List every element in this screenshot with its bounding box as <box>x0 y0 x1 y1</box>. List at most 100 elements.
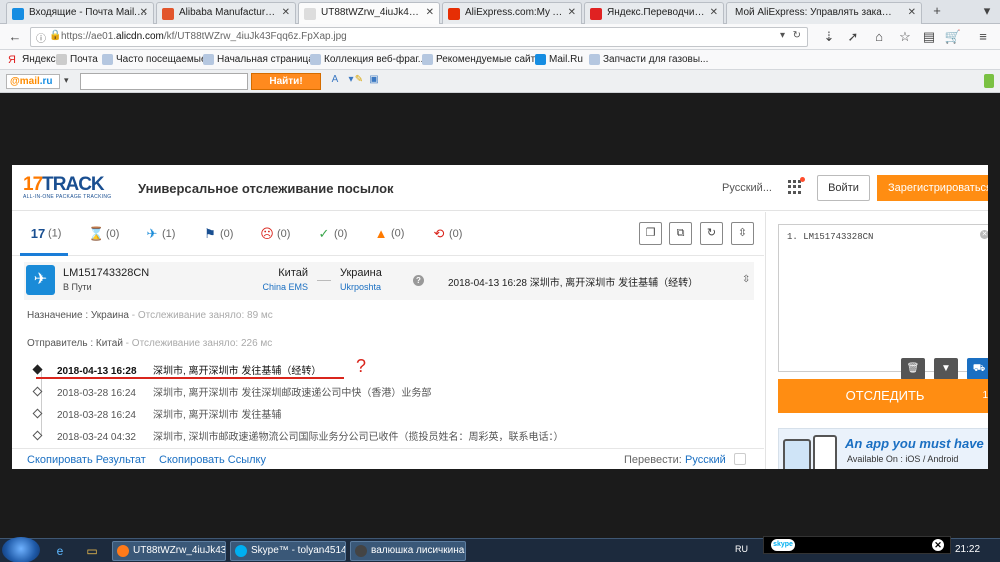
tab-yandex-translate[interactable]: Яндекс.Переводчик – словарь ✕ <box>584 2 724 24</box>
mailru-search-input[interactable] <box>80 73 248 90</box>
red-underline-annotation <box>36 377 344 379</box>
login-button[interactable]: Войти <box>817 175 870 201</box>
logo-17: 17 <box>23 174 43 195</box>
send-icon[interactable]: ➚ <box>844 28 862 46</box>
tab-aliexpress[interactable]: AliExpress.com:My AliExpress ✕ <box>442 2 582 24</box>
language-indicator[interactable]: RU <box>735 544 748 554</box>
bookmark-gas-parts[interactable]: Запчасти для газовы... <box>589 54 708 65</box>
expand-collapse-icon[interactable]: ⇳ <box>742 274 750 285</box>
track-button[interactable]: ОТСЛЕДИТЬ 1 <box>778 379 988 413</box>
copy-result-link[interactable]: Скопировать Результат <box>27 454 146 466</box>
language-select[interactable]: Русский... <box>722 182 772 194</box>
menu-icon[interactable]: ≡ <box>974 28 992 46</box>
active-filter-underline <box>20 253 68 256</box>
tab-my-aliexpress[interactable]: Мой AliExpress: Управлять заказами ✕ <box>726 2 922 24</box>
destination-carrier[interactable]: Ukrposhta <box>340 282 381 292</box>
new-tab-icon[interactable]: + <box>928 2 946 20</box>
filter-all[interactable]: 17 (1) <box>30 226 62 241</box>
mailru-logo[interactable]: @mail.ru <box>6 74 60 89</box>
info-icon[interactable]: ⓘ <box>36 30 46 45</box>
trash-icon[interactable]: 🗑 <box>901 358 925 380</box>
tracking-card[interactable]: ✈ LM151743328CN В Пути Китай China EMS У… <box>24 262 754 300</box>
tab-list-icon[interactable]: ▾ <box>978 2 996 20</box>
app-banner[interactable]: An app you must have Available On : iOS … <box>778 428 988 469</box>
bookmark-frequent[interactable]: Часто посещаемые <box>102 54 207 65</box>
close-icon[interactable]: ✕ <box>932 539 944 551</box>
pencil-icon[interactable]: ✎ <box>352 74 366 88</box>
tab-image[interactable]: UT88tWZrw_4iuJk43Fqq6z.FpXap.jpg ✕ <box>298 2 440 25</box>
bookmark-label: Рекомендуемые сайты <box>436 54 543 65</box>
truck-icon[interactable]: ⛟ <box>967 358 988 380</box>
bookmark-mailru[interactable]: Mail.Ru <box>535 54 583 65</box>
close-icon[interactable]: ✕ <box>908 7 916 18</box>
clipboard-icon[interactable]: ▤ <box>920 28 938 46</box>
home-icon[interactable]: ⌂ <box>870 28 888 46</box>
origin-carrier[interactable]: China EMS <box>252 282 308 292</box>
filter-count: (0) <box>391 227 405 240</box>
register-button[interactable]: Зарегистрироваться <box>877 175 988 201</box>
copy-all-icon[interactable]: ⧉ <box>669 222 692 245</box>
taskbar-firefox[interactable]: UT88tWZrw_4iuJk43... <box>112 541 226 561</box>
window-icon[interactable]: ▣ <box>367 74 381 88</box>
mailru-logo-b: .ru <box>39 76 53 87</box>
apps-grid-icon[interactable] <box>788 177 805 194</box>
close-icon[interactable]: ✕ <box>426 7 434 18</box>
explorer-folder-icon[interactable]: ▭ <box>78 541 106 561</box>
star-icon[interactable]: ☆ <box>896 28 914 46</box>
filter-expired[interactable]: ⟲ (0) <box>431 226 463 242</box>
taskbar-chat[interactable]: валюшка лисичкина <box>350 541 466 561</box>
filter-pickup[interactable]: ⚑ (0) <box>202 226 233 242</box>
ok-icon[interactable] <box>984 74 994 88</box>
translate-toggle[interactable] <box>734 453 746 465</box>
bookmark-yandex[interactable]: Я Яндекс <box>8 54 56 66</box>
find-button[interactable]: Найти! <box>251 73 321 90</box>
reload-icon[interactable]: ↻ <box>793 30 801 41</box>
collapse-all-icon[interactable]: ⇳ <box>731 222 754 245</box>
refresh-icon[interactable]: ↻ <box>700 222 723 245</box>
bookmark-webslices[interactable]: Коллекция веб-фраг... <box>310 54 426 65</box>
dropdown-icon[interactable]: ▾ <box>780 30 785 41</box>
filter-icon[interactable]: ▼ <box>934 358 958 380</box>
bookmark-start[interactable]: Начальная страница <box>203 54 314 65</box>
url-bar[interactable]: ⓘ 🔒 https://ae01.alicdn.com/kf/UT88tWZrw… <box>30 27 808 47</box>
close-icon[interactable]: ✕ <box>568 7 576 18</box>
filter-delivered[interactable]: ✓ (0) <box>316 226 348 242</box>
filter-in-transit[interactable]: ✈ (1) <box>144 226 176 242</box>
chevron-down-icon[interactable]: ▾ <box>64 75 69 86</box>
close-icon[interactable]: ✕ <box>710 7 718 18</box>
close-icon[interactable]: ✕ <box>282 7 290 18</box>
tab-alibaba[interactable]: Alibaba Manufacturer Directory ✕ <box>156 2 296 24</box>
translate-language-select[interactable]: Русский <box>685 454 726 466</box>
filter-not-found[interactable]: ⌛ (0) <box>88 226 119 242</box>
clock[interactable]: 21:22 <box>955 544 980 555</box>
tracking-number-input[interactable]: 1. LM151743328CN ✕ 🗑 ▼ ⛟ <box>778 224 988 380</box>
taskbar-skype[interactable]: Skype™ - tolyan4514 <box>230 541 346 561</box>
bookmark-label: Яндекс <box>22 54 56 65</box>
destination-meta: Назначение : Украина - Отслеживание заня… <box>27 310 273 321</box>
copy-link-link[interactable]: Скопировать Ссылку <box>159 454 266 466</box>
tab-mail[interactable]: Входящие - Почта Mail.Ru ✕ <box>6 2 154 24</box>
cart-icon[interactable]: 🛒 <box>944 28 962 46</box>
event-text: 深圳市, 离开深圳市 发往基辅（经转） <box>153 366 322 377</box>
back-icon[interactable]: ← <box>6 28 24 46</box>
bookmark-recommended[interactable]: Рекомендуемые сайты <box>422 54 542 65</box>
close-icon[interactable]: ✕ <box>140 7 148 18</box>
results-footer: Скопировать Результат Скопировать Ссылку… <box>12 448 764 469</box>
filter-alert[interactable]: ▲ (0) <box>373 226 405 241</box>
chat-icon <box>355 545 367 557</box>
clear-icon[interactable]: ✕ <box>980 230 988 239</box>
skype-notification[interactable]: skype ✕ <box>763 536 951 554</box>
help-icon[interactable]: ? <box>413 275 424 286</box>
text-size-icon[interactable]: A <box>328 74 342 88</box>
filter-undelivered[interactable]: ☹ (0) <box>259 226 290 242</box>
start-button[interactable] <box>2 537 40 562</box>
plane-icon: ✈ <box>146 226 158 241</box>
download-icon[interactable]: ⇣ <box>820 28 838 46</box>
ie-icon[interactable]: e <box>46 541 74 561</box>
copy-icon[interactable]: ❐ <box>639 222 662 245</box>
timeline-marker-icon <box>32 386 43 397</box>
bookmark-mail[interactable]: Почта <box>56 54 98 65</box>
timeline-marker-icon <box>32 364 43 375</box>
in-transit-plane-icon: ✈ <box>26 265 55 295</box>
17track-logo[interactable]: 17TRACK ALL-IN-ONE PACKAGE TRACKING <box>23 175 112 200</box>
